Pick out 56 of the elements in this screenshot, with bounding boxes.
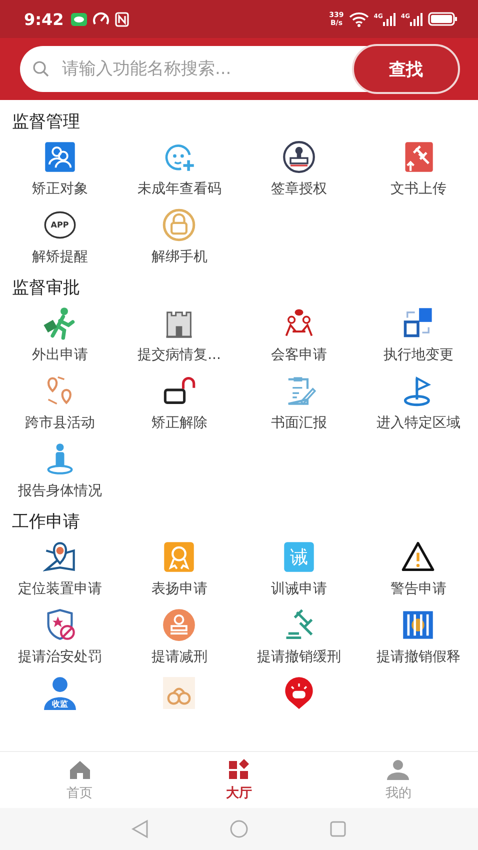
- wifi-icon: [348, 12, 369, 26]
- handcuffs-icon[interactable]: [162, 676, 196, 710]
- signal-icon: [410, 12, 423, 26]
- feature-label[interactable]: 书面汇报: [270, 414, 327, 432]
- person-icon[interactable]: [42, 676, 77, 710]
- stamp-circle-icon[interactable]: [162, 608, 196, 642]
- feature-label[interactable]: 矫正解除: [151, 414, 208, 432]
- feature-label[interactable]: 跨市县活动: [24, 414, 95, 432]
- feature-label[interactable]: 警告申请: [390, 580, 446, 598]
- feature-label[interactable]: 定位装置申请: [18, 580, 102, 598]
- jail-icon[interactable]: [401, 608, 436, 642]
- battery-icon: [428, 12, 458, 26]
- icon-label: APP: [50, 220, 69, 230]
- feature-label[interactable]: 提请撤销假释: [376, 648, 460, 666]
- feature-label[interactable]: 外出申请: [32, 346, 88, 364]
- feature-label[interactable]: 未成年查看码: [137, 180, 222, 198]
- recent-apps-icon[interactable]: [329, 820, 347, 838]
- walking-person-icon[interactable]: [42, 306, 77, 340]
- icon-label: 诫: [290, 546, 308, 569]
- people-icon[interactable]: [42, 140, 77, 174]
- search-icon: [32, 60, 50, 78]
- speedometer-icon: [92, 12, 110, 26]
- person-icon: [385, 758, 412, 782]
- feature-label[interactable]: 文书上传: [390, 180, 446, 198]
- feature-label[interactable]: 解矫提醒: [32, 248, 88, 266]
- search-button[interactable]: 查找: [352, 44, 460, 94]
- feature-label[interactable]: 会客申请: [270, 346, 327, 364]
- feature-label[interactable]: 矫正对象: [32, 180, 88, 198]
- square-icon[interactable]: [282, 540, 316, 574]
- feature-label[interactable]: 提请治安处罚: [18, 648, 102, 666]
- feature-label[interactable]: 提请撤销缓刑: [256, 648, 341, 666]
- section-title: 监督审批: [11, 277, 81, 300]
- nfc-icon: [114, 12, 129, 26]
- back-icon[interactable]: [131, 819, 149, 839]
- feature-label[interactable]: 训诫申请: [270, 580, 327, 598]
- warning-icon[interactable]: [401, 540, 436, 574]
- tab[interactable]: 大厅: [159, 752, 319, 808]
- medal-icon[interactable]: [162, 540, 196, 574]
- feature-label[interactable]: 表扬申请: [151, 580, 208, 598]
- feature-label[interactable]: 解绑手机: [151, 248, 208, 266]
- home-icon[interactable]: [229, 819, 249, 839]
- stamp-icon[interactable]: [282, 140, 316, 174]
- map-pin-icon[interactable]: [42, 540, 77, 574]
- feature-label[interactable]: 提交病情复...: [138, 346, 221, 364]
- feature-label[interactable]: 执行地变更: [383, 346, 454, 364]
- section-title: 工作申请: [11, 511, 81, 534]
- clock: 9:42: [24, 10, 64, 28]
- feature-label[interactable]: 报告身体情况: [18, 482, 102, 500]
- feature-label[interactable]: 提请减刑: [151, 648, 208, 666]
- feature-label[interactable]: 进入特定区域: [376, 414, 460, 432]
- icon-label: 收监: [52, 700, 68, 708]
- search-field[interactable]: 请输入功能名称搜索... 查找: [20, 46, 458, 92]
- section-title: 监督管理: [11, 111, 81, 134]
- feature-label[interactable]: 签章授权: [270, 180, 327, 198]
- signal-icon: [382, 12, 396, 26]
- chat-icon: [70, 12, 87, 26]
